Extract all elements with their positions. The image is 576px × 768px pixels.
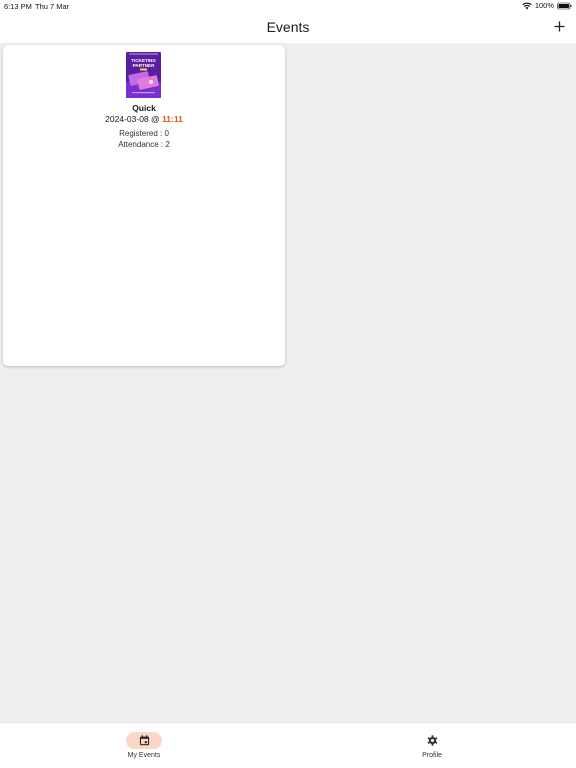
nav-label-my-events: My Events (127, 752, 161, 759)
status-indicators: 100% (522, 1, 572, 10)
event-date: 2024-03-08 @ (105, 114, 163, 124)
gear-icon (427, 735, 437, 746)
nav-label-profile: Profile (422, 752, 442, 759)
event-card[interactable]: TICKETING PARTNER Quick 2024-03-08 @ 11:… (3, 45, 285, 366)
svg-text:PARTNER: PARTNER (133, 63, 156, 68)
nav-active-indicator (126, 732, 162, 749)
event-attendance-count: Attendance : 2 (118, 140, 170, 149)
status-bar: 6:13 PM Thu 7 Mar 100% (0, 0, 576, 12)
bottom-navigation: My Events Profile (0, 722, 576, 768)
ticket-poster-graphic: TICKETING PARTNER (126, 52, 161, 98)
app-bar: Events (0, 12, 576, 43)
event-poster-image: TICKETING PARTNER (126, 52, 161, 98)
nav-item-my-events[interactable]: My Events (0, 723, 288, 768)
calendar-icon (139, 735, 149, 746)
nav-icon-container (414, 732, 450, 749)
page-title: Events (266, 19, 310, 35)
event-datetime: 2024-03-08 @ 11:11 (3, 114, 285, 124)
battery-percent: 100% (534, 1, 554, 10)
add-event-button[interactable] (548, 15, 570, 37)
event-name: Quick (132, 103, 156, 113)
nav-item-profile[interactable]: Profile (288, 723, 576, 768)
event-time: 11:11 (162, 114, 183, 124)
events-list: TICKETING PARTNER Quick 2024-03-08 @ 11:… (0, 43, 576, 722)
status-time: 6:13 PM (4, 2, 32, 11)
battery-icon (557, 2, 572, 9)
event-registered-count: Registered : 0 (119, 129, 169, 138)
status-date: Thu 7 Mar (35, 2, 70, 11)
plus-icon (553, 20, 565, 32)
wifi-icon (522, 2, 532, 9)
